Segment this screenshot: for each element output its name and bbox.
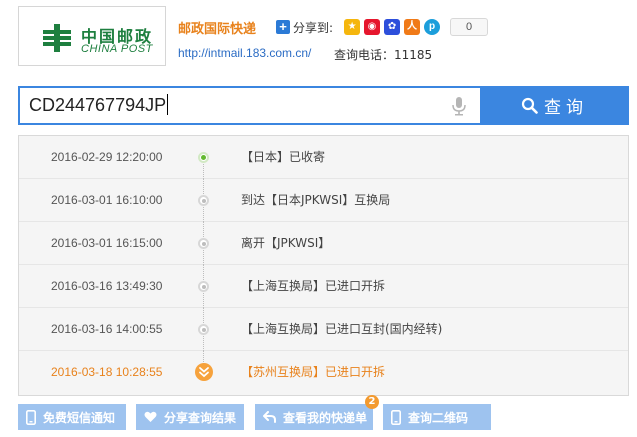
timeline-dot-icon [198, 281, 209, 292]
my-orders-label: 查看我的快递单 [283, 410, 368, 425]
weibo-icon[interactable]: ◉ [364, 19, 381, 35]
timeline-row: 2016-03-01 16:15:00 离开【JPKWSI】 [19, 222, 628, 265]
timeline-time: 2016-03-18 10:28:55 [51, 365, 163, 379]
tracking-timeline: 2016-02-29 12:20:00 【日本】已收寄 2016-03-01 1… [18, 135, 629, 396]
qzone-icon[interactable]: ★ [344, 19, 361, 35]
sms-notify-button[interactable]: 免费短信通知 [18, 404, 126, 430]
timeline-dot-icon [198, 324, 209, 335]
timeline-time: 2016-03-01 16:10:00 [51, 193, 163, 207]
share-plus-icon[interactable]: + [276, 20, 290, 34]
timeline-time: 2016-03-16 13:49:30 [51, 279, 163, 293]
back-arrow-icon [263, 411, 276, 423]
heart-icon [144, 411, 157, 422]
phone-icon [391, 409, 401, 425]
timeline-desc: 【苏州互换局】已进口开拆 [241, 365, 386, 379]
china-post-emblem-icon [43, 24, 71, 52]
timeline-dot-start-icon [198, 152, 209, 163]
notification-badge: 2 [365, 395, 379, 409]
timeline-desc: 【日本】已收寄 [241, 150, 326, 164]
timeline-row: 2016-03-01 16:10:00 到达【日本JPKWSI】互换局 [19, 179, 628, 222]
share-result-button[interactable]: 分享查询结果 [136, 404, 244, 430]
share-count: 0 [450, 18, 489, 36]
timeline-row: 2016-03-16 13:49:30 【上海互换局】已进口开拆 [19, 265, 628, 308]
search-button-label: 查询 [544, 98, 588, 118]
microphone-icon[interactable] [451, 96, 467, 116]
timeline-row: 2016-02-29 12:20:00 【日本】已收寄 [19, 136, 628, 179]
share-label: 分享到: [293, 20, 334, 35]
brand-title: 邮政国际快递 [178, 22, 257, 37]
tracking-number-input[interactable]: CD244767794JP [18, 86, 480, 125]
timeline-dot-icon [198, 238, 209, 249]
logo-english-text: CHINA POST [81, 43, 153, 55]
sms-notify-label: 免费短信通知 [43, 410, 116, 425]
site-link[interactable]: http://intmail.183.com.cn/ [178, 46, 311, 60]
header: 中国邮政 CHINA POST 邮政国际快递 + 分享到: ★ ◉ ✿ 人 p … [0, 0, 637, 80]
search-button[interactable]: 查询 [480, 86, 629, 125]
china-post-logo[interactable]: 中国邮政 CHINA POST [18, 6, 166, 66]
timeline-desc: 【上海互换局】已进口互封(国内经转) [241, 322, 443, 336]
timeline-time: 2016-03-01 16:15:00 [51, 236, 163, 250]
share-bar: + 分享到: ★ ◉ ✿ 人 p 0 [276, 17, 489, 37]
hotline: 查询电话：11185 [334, 48, 433, 62]
timeline-latest-chevron-icon [195, 363, 213, 381]
qrcode-label: 查询二维码 [408, 410, 469, 425]
phone-icon [26, 409, 36, 425]
timeline-desc: 到达【日本JPKWSI】互换局 [241, 193, 391, 207]
timeline-time: 2016-02-29 12:20:00 [51, 150, 163, 164]
kaixin-icon[interactable]: p [424, 19, 441, 35]
timeline-dot-icon [198, 195, 209, 206]
tracking-number-value: CD244767794JP [29, 95, 167, 115]
search-icon [521, 97, 538, 114]
timeline-desc: 离开【JPKWSI】 [241, 236, 331, 250]
share-result-label: 分享查询结果 [164, 410, 237, 425]
timeline-desc: 【上海互换局】已进口开拆 [241, 279, 386, 293]
renren-icon[interactable]: 人 [404, 19, 421, 35]
timeline-row-latest: 2016-03-18 10:28:55 【苏州互换局】已进口开拆 [19, 351, 628, 394]
qrcode-button[interactable]: 查询二维码 [383, 404, 491, 430]
my-orders-button[interactable]: 查看我的快递单 2 [255, 395, 379, 430]
timeline-row: 2016-03-16 14:00:55 【上海互换局】已进口互封(国内经转) [19, 308, 628, 351]
timeline-time: 2016-03-16 14:00:55 [51, 322, 163, 336]
baidu-icon[interactable]: ✿ [384, 19, 401, 35]
text-caret [167, 94, 169, 116]
